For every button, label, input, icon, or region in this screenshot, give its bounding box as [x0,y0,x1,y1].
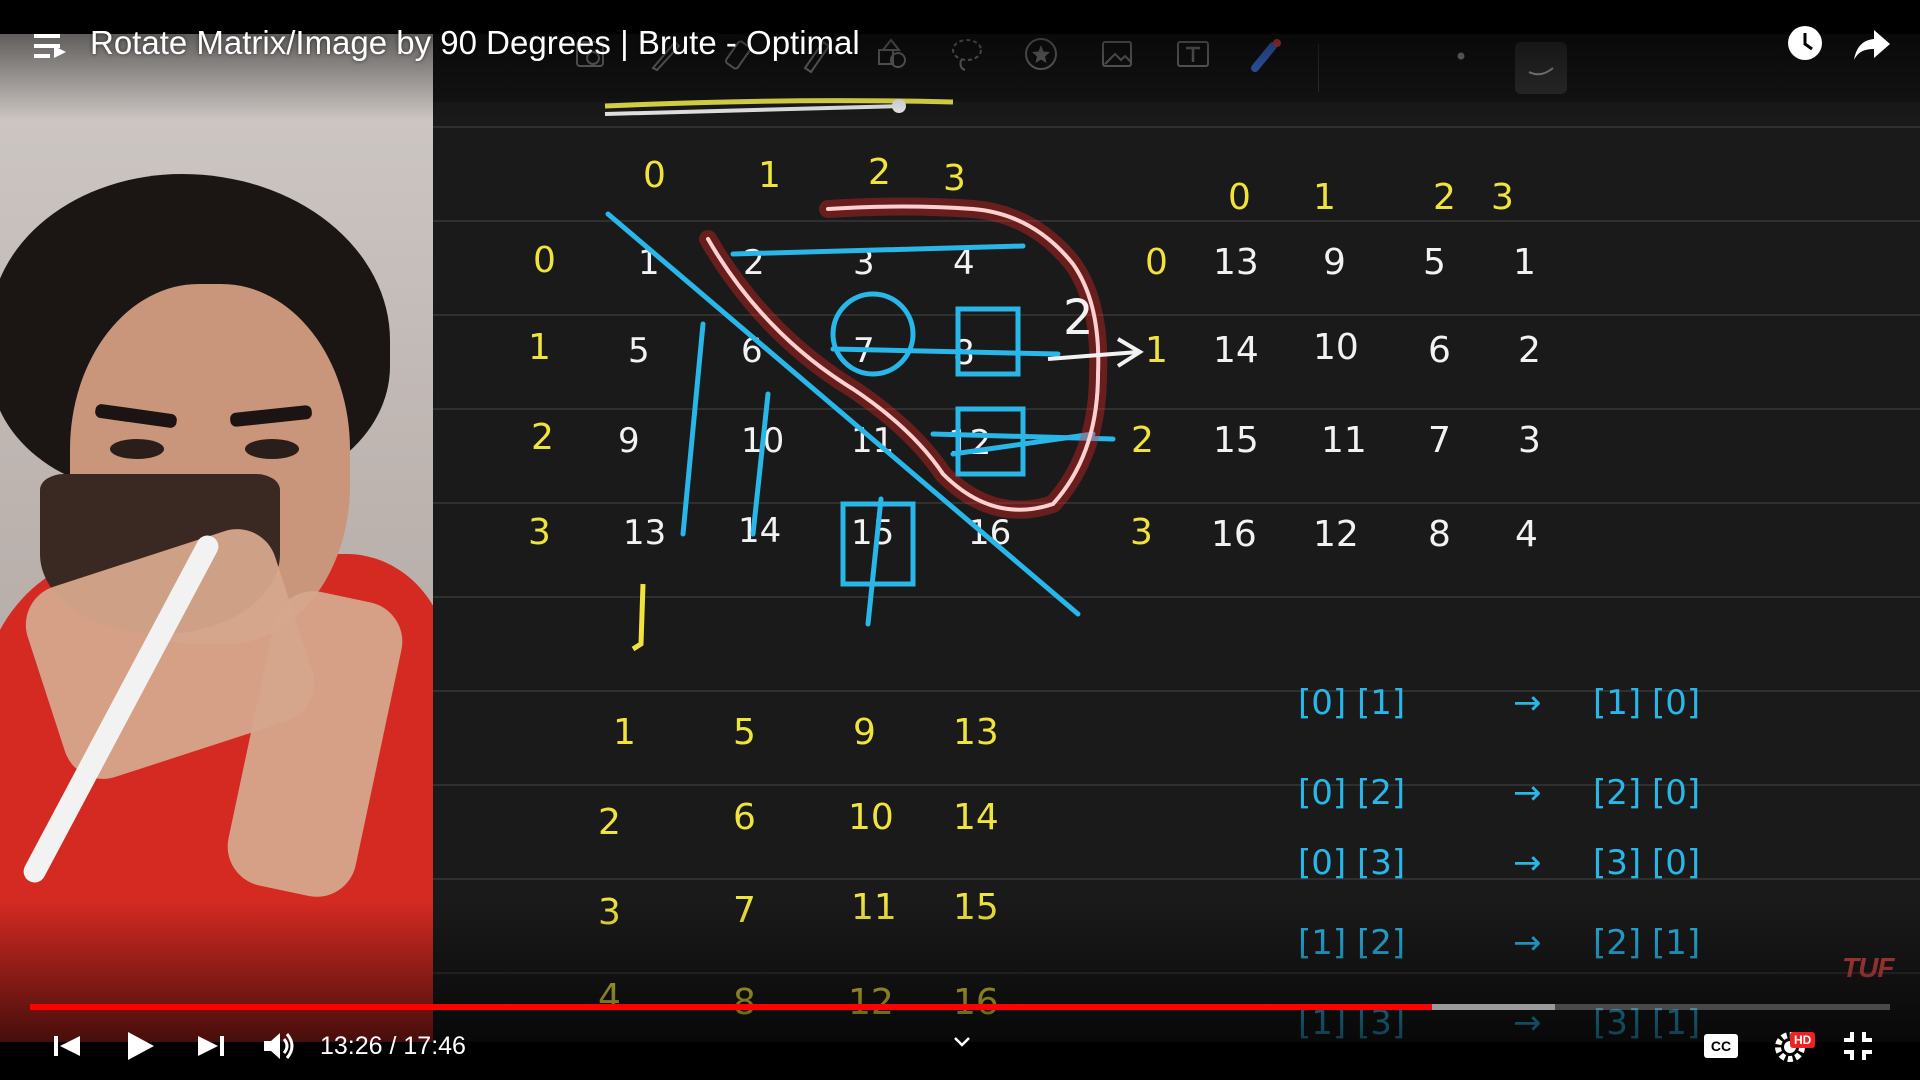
right-cell: 14 [1213,330,1259,371]
right-row-header: 1 [1145,330,1168,371]
left-col-header: 2 [868,152,891,193]
right-cell: 15 [1213,420,1259,461]
right-cell: 16 [1211,514,1257,555]
transposed-cell: 14 [953,797,999,838]
channel-watermark: TUF [1842,952,1894,983]
swap-arrow: → [1513,683,1542,723]
chevron-down-icon[interactable] [950,1030,974,1054]
left-col-header: 0 [643,155,666,196]
left-cell: 14 [738,511,781,551]
swap-right: [3] [0] [1593,843,1700,883]
right-cell: 4 [1515,514,1538,555]
swap-right: [1] [0] [1593,683,1700,723]
presenter-eye [245,439,299,459]
video-frame[interactable]: 0 1 2 3 0 1 2 3 1 2 3 4 5 6 7 8 9 10 11 … [0,0,1920,1080]
transposed-cell: 2 [598,802,621,843]
right-col-header: 3 [1491,177,1514,218]
left-cell: 5 [628,331,650,371]
next-icon[interactable] [196,1028,226,1064]
previous-icon[interactable] [52,1028,82,1064]
right-row-header: 2 [1131,420,1154,461]
left-col-header: 3 [943,158,966,199]
arrow-label: 2 [1063,290,1094,346]
captions-label: CC [1710,1038,1732,1054]
stroke-handle [892,99,906,113]
left-col-header: 1 [758,155,781,196]
transposed-cell: 16 [953,982,999,1023]
swap-left: [0] [1] [1298,683,1405,723]
transposed-cell: 7 [733,890,756,931]
captions-icon[interactable]: CC [1704,1034,1738,1058]
right-col-header: 1 [1313,177,1336,218]
down-mark [631,583,646,652]
left-row-header: 0 [533,240,556,281]
presenter-webcam [0,34,433,1042]
progress-bar[interactable] [30,1004,1890,1010]
swap-arrow: → [1513,843,1542,883]
right-row-header: 3 [1130,512,1153,553]
transposed-cell: 11 [851,887,897,928]
right-cell: 3 [1518,420,1541,461]
strike-line [680,321,706,537]
left-cell: 2 [743,243,765,283]
swap-left: [1] [2] [1298,923,1405,963]
transposed-cell: 15 [953,887,999,928]
handwriting-layer: 0 1 2 3 0 1 2 3 1 2 3 4 5 6 7 8 9 10 11 … [528,98,1700,1042]
left-cell: 13 [623,513,666,553]
transposed-cell: 3 [598,892,621,933]
right-cell: 11 [1321,420,1367,461]
right-cell: 12 [1313,514,1359,555]
volume-icon[interactable] [262,1028,296,1064]
transposed-cell: 12 [848,982,894,1023]
right-cell: 8 [1428,514,1451,555]
right-cell: 5 [1423,242,1446,283]
watch-later-icon[interactable] [1786,24,1824,62]
exit-fullscreen-icon[interactable] [1840,1028,1876,1064]
strike-line [730,243,1026,257]
left-row-header: 1 [528,327,551,368]
progress-played [30,1004,1433,1010]
transposed-cell: 10 [848,797,894,838]
right-col-header: 0 [1228,177,1251,218]
transposed-cell: 1 [613,712,636,753]
right-cell: 13 [1213,242,1259,283]
swap-right: [2] [0] [1593,773,1700,813]
right-cell: 10 [1313,327,1359,368]
video-title[interactable]: Rotate Matrix/Image by 90 Degrees | Brut… [90,24,860,62]
hd-badge: HD [1790,1032,1816,1048]
transposed-cell: 9 [853,712,876,753]
left-row-header: 2 [531,417,554,458]
right-cell: 6 [1428,330,1451,371]
right-row-header: 0 [1145,242,1168,283]
swap-arrow: → [1513,773,1542,813]
notes-board: 0 1 2 3 0 1 2 3 1 2 3 4 5 6 7 8 9 10 11 … [433,34,1920,1042]
left-cell: 12 [948,423,991,463]
transposed-cell: 13 [953,712,999,753]
transposed-cell: 6 [733,797,756,838]
transposed-cell: 5 [733,712,756,753]
presenter-eye [110,439,164,459]
transposed-cell: 4 [598,977,621,1018]
share-icon[interactable] [1852,28,1892,62]
left-cell: 15 [851,513,894,553]
left-row-header: 3 [528,512,551,553]
swap-right: [2] [1] [1593,923,1700,963]
swap-left: [0] [3] [1298,843,1405,883]
right-cell: 2 [1518,330,1541,371]
left-cell: 9 [618,421,640,461]
right-col-header: 2 [1433,177,1456,218]
left-cell: 16 [968,513,1011,553]
play-icon[interactable] [124,1028,156,1064]
right-cell: 9 [1323,242,1346,283]
highlight-stroke [604,104,904,116]
swap-left: [0] [2] [1298,773,1405,813]
playlist-icon[interactable] [34,32,68,60]
transposed-cell: 8 [733,982,756,1023]
right-cell: 7 [1428,420,1451,461]
time-display: 13:26 / 17:46 [320,1032,466,1060]
right-cell: 1 [1513,242,1536,283]
swap-arrow: → [1513,923,1542,963]
